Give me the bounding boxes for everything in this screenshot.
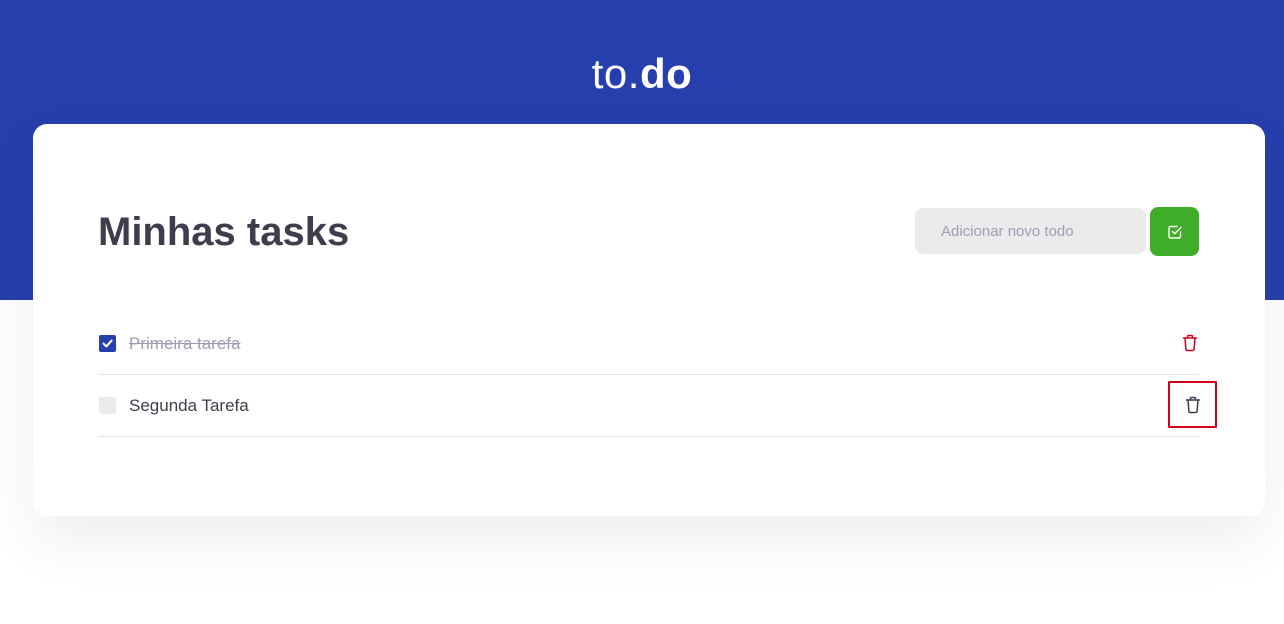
task-label: Segunda Tarefa [129, 396, 249, 415]
task-label: Primeira tarefa [129, 334, 241, 353]
tasks-card: Minhas tasks Primeira tarefa [33, 124, 1265, 516]
task-item: Primeira tarefa [98, 313, 1199, 375]
task-list: Primeira tarefa Segunda Tarefa [98, 313, 1217, 437]
new-todo-input[interactable] [915, 208, 1146, 254]
page-title: Minhas tasks [98, 210, 350, 254]
delete-task-button[interactable] [1176, 329, 1204, 357]
trash-icon [1185, 396, 1200, 413]
task-checkbox[interactable] [99, 397, 116, 414]
check-square-icon [1167, 225, 1182, 239]
trash-icon [1182, 334, 1198, 352]
logo-light-part: to. [591, 50, 640, 97]
app-logo: to.do [0, 50, 1284, 98]
add-todo-button[interactable] [1150, 207, 1199, 256]
task-item: Segunda Tarefa [98, 375, 1217, 437]
logo-bold-part: do [639, 50, 693, 97]
delete-task-button[interactable] [1168, 381, 1217, 428]
checkmark-icon [102, 339, 113, 348]
task-checkbox[interactable] [99, 335, 116, 352]
